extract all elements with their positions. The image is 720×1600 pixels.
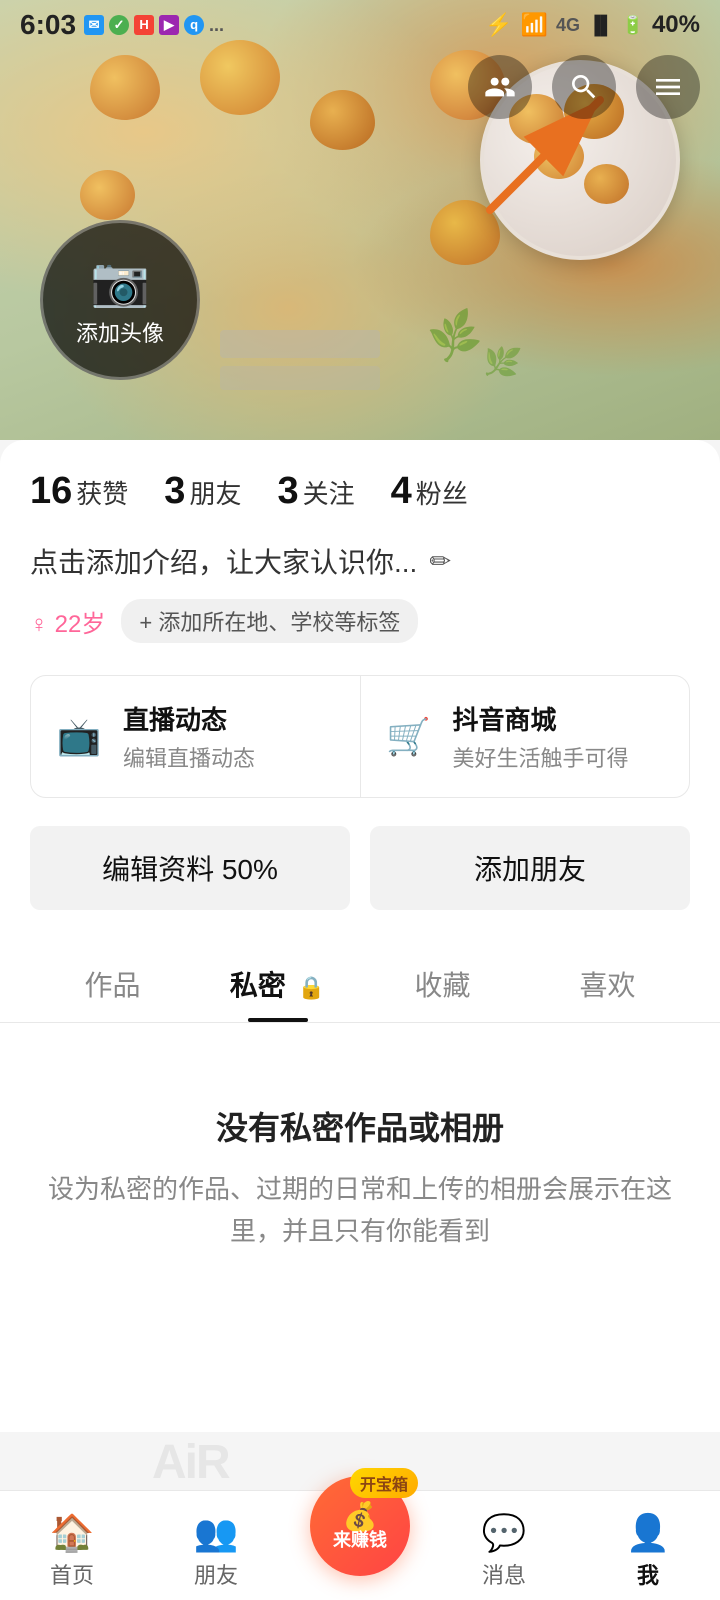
friends-label: 朋友 (194, 1558, 238, 1590)
avatar-circle[interactable]: 📷 添加头像 (40, 220, 200, 380)
cover-area: 🌿 🌿 (0, 0, 720, 440)
tabs-row: 作品 私密 🔒 收藏 喜欢 (0, 942, 720, 1023)
username-blurred (220, 330, 380, 358)
userid-blurred (220, 366, 380, 390)
empty-title: 没有私密作品或相册 (40, 1103, 680, 1149)
shop-texts: 抖音商城 美好生活触手可得 (453, 700, 629, 773)
profile-label: 我 (637, 1558, 659, 1590)
status-bar: 6:03 ✉ ✓ H ▶ q ... ⚡ 📶 4G ▐▌ 🔋 40% (0, 0, 720, 50)
signal-bars: ▐▌ (588, 15, 614, 36)
stat-following[interactable]: 3 关注 (277, 470, 354, 513)
stat-followers-number: 4 (391, 470, 412, 513)
friends-nav-icon: 👥 (194, 1512, 239, 1554)
earn-button[interactable]: 💰 来赚钱 开宝箱 (310, 1476, 410, 1576)
header-icons (468, 55, 700, 119)
fruit-decoration-6 (80, 170, 135, 220)
battery-level: 40% (652, 11, 700, 39)
bio-text: 点击添加介绍，让大家认识你... (30, 541, 417, 581)
stat-friends[interactable]: 3 朋友 (164, 470, 241, 513)
username-area (220, 330, 380, 390)
status-right: ⚡ 📶 4G ▐▌ 🔋 40% (485, 11, 700, 39)
add-avatar-label: 添加头像 (76, 316, 164, 348)
nav-home[interactable]: 🏠 首页 (0, 1502, 144, 1590)
stats-row: 16 获赞 3 朋友 3 关注 4 粉丝 (30, 470, 690, 513)
livestream-texts: 直播动态 编辑直播动态 (123, 700, 255, 773)
open-box-badge: 开宝箱 (350, 1468, 418, 1498)
lock-icon: 🔒 (298, 975, 325, 1000)
messages-label: 消息 (482, 1558, 526, 1590)
avatar-area[interactable]: 📷 添加头像 (40, 220, 200, 380)
signal-icon: 4G (556, 15, 580, 36)
stat-following-label: 关注 (303, 474, 355, 511)
treasure-icon: 💰 (343, 1503, 378, 1531)
wifi-icon: 📶 (521, 12, 548, 38)
fruit-decoration-1 (90, 55, 160, 120)
main-card: 16 获赞 3 朋友 3 关注 4 粉丝 点击添加介绍，让大家认识你... ✏ … (0, 440, 720, 1023)
shop-icon: 🛒 (381, 709, 437, 765)
empty-desc: 设为私密的作品、过期的日常和上传的相册会展示在这里，并且只有你能看到 (40, 1169, 680, 1252)
stat-friends-number: 3 (164, 470, 185, 513)
edit-bio-icon[interactable]: ✏ (429, 546, 451, 577)
stat-followers-label: 粉丝 (416, 474, 468, 511)
edit-profile-button[interactable]: 编辑资料 50% (30, 826, 350, 910)
stat-friends-label: 朋友 (189, 474, 241, 511)
empty-state: 没有私密作品或相册 设为私密的作品、过期的日常和上传的相册会展示在这里，并且只有… (0, 1023, 720, 1312)
menu-icon (652, 71, 684, 103)
feature-row: 📺 直播动态 编辑直播动态 🛒 抖音商城 美好生活触手可得 (30, 675, 690, 798)
earn-label: 来赚钱 (333, 1531, 387, 1549)
add-tag-button[interactable]: + 添加所在地、学校等标签 (121, 599, 418, 643)
status-left: 6:03 ✉ ✓ H ▶ q ... (20, 9, 224, 41)
shop-card[interactable]: 🛒 抖音商城 美好生活触手可得 (361, 676, 690, 797)
nav-friends[interactable]: 👥 朋友 (144, 1502, 288, 1590)
fruit-decoration-2 (200, 40, 280, 115)
tab-works[interactable]: 作品 (30, 942, 195, 1022)
home-label: 首页 (50, 1558, 94, 1590)
friends-icon (484, 71, 516, 103)
profile-nav-icon: 👤 (626, 1512, 671, 1554)
stat-followers[interactable]: 4 粉丝 (391, 470, 468, 513)
livestream-icon: 📺 (51, 709, 107, 765)
air-watermark: AiR (152, 1435, 229, 1490)
earn-inner: 💰 来赚钱 (333, 1503, 387, 1549)
livestream-title: 直播动态 (123, 700, 255, 737)
stat-likes[interactable]: 16 获赞 (30, 470, 128, 513)
tags-row: ♀ 22岁 + 添加所在地、学校等标签 (30, 599, 690, 643)
notification-icons: ✉ ✓ H ▶ q ... (84, 15, 224, 36)
shop-title: 抖音商城 (453, 700, 629, 737)
home-icon: 🏠 (50, 1512, 95, 1554)
menu-button[interactable] (636, 55, 700, 119)
search-button[interactable] (552, 55, 616, 119)
camera-icon: 📷 (90, 253, 150, 310)
livestream-card[interactable]: 📺 直播动态 编辑直播动态 (31, 676, 361, 797)
stat-likes-label: 获赞 (76, 474, 128, 511)
bio-row[interactable]: 点击添加介绍，让大家认识你... ✏ (30, 541, 690, 581)
nav-earn[interactable]: 💰 来赚钱 开宝箱 (288, 1496, 432, 1596)
tab-private[interactable]: 私密 🔒 (195, 942, 360, 1022)
nav-profile[interactable]: 👤 我 (576, 1502, 720, 1590)
stat-likes-number: 16 (30, 470, 72, 513)
fruit-decoration-3 (310, 90, 375, 150)
friends-button[interactable] (468, 55, 532, 119)
livestream-subtitle: 编辑直播动态 (123, 741, 255, 773)
tab-favorites[interactable]: 收藏 (360, 942, 525, 1022)
bluetooth-icon: ⚡ (485, 12, 512, 38)
shop-subtitle: 美好生活触手可得 (453, 741, 629, 773)
battery-icon: 🔋 (622, 15, 644, 36)
add-friend-button[interactable]: 添加朋友 (370, 826, 690, 910)
status-time: 6:03 (20, 9, 76, 41)
tab-likes[interactable]: 喜欢 (525, 942, 690, 1022)
messages-icon: 💬 (482, 1512, 527, 1554)
stat-following-number: 3 (277, 470, 298, 513)
action-row: 编辑资料 50% 添加朋友 (30, 826, 690, 910)
bottom-nav: 🏠 首页 👥 朋友 💰 来赚钱 开宝箱 💬 消息 👤 我 (0, 1490, 720, 1600)
nav-messages[interactable]: 💬 消息 (432, 1502, 576, 1590)
page-content: 没有私密作品或相册 设为私密的作品、过期的日常和上传的相册会展示在这里，并且只有… (0, 1023, 720, 1432)
leaves-decoration-2: 🌿 (480, 342, 523, 383)
search-icon (568, 71, 600, 103)
gender-tag: ♀ 22岁 (30, 604, 105, 639)
